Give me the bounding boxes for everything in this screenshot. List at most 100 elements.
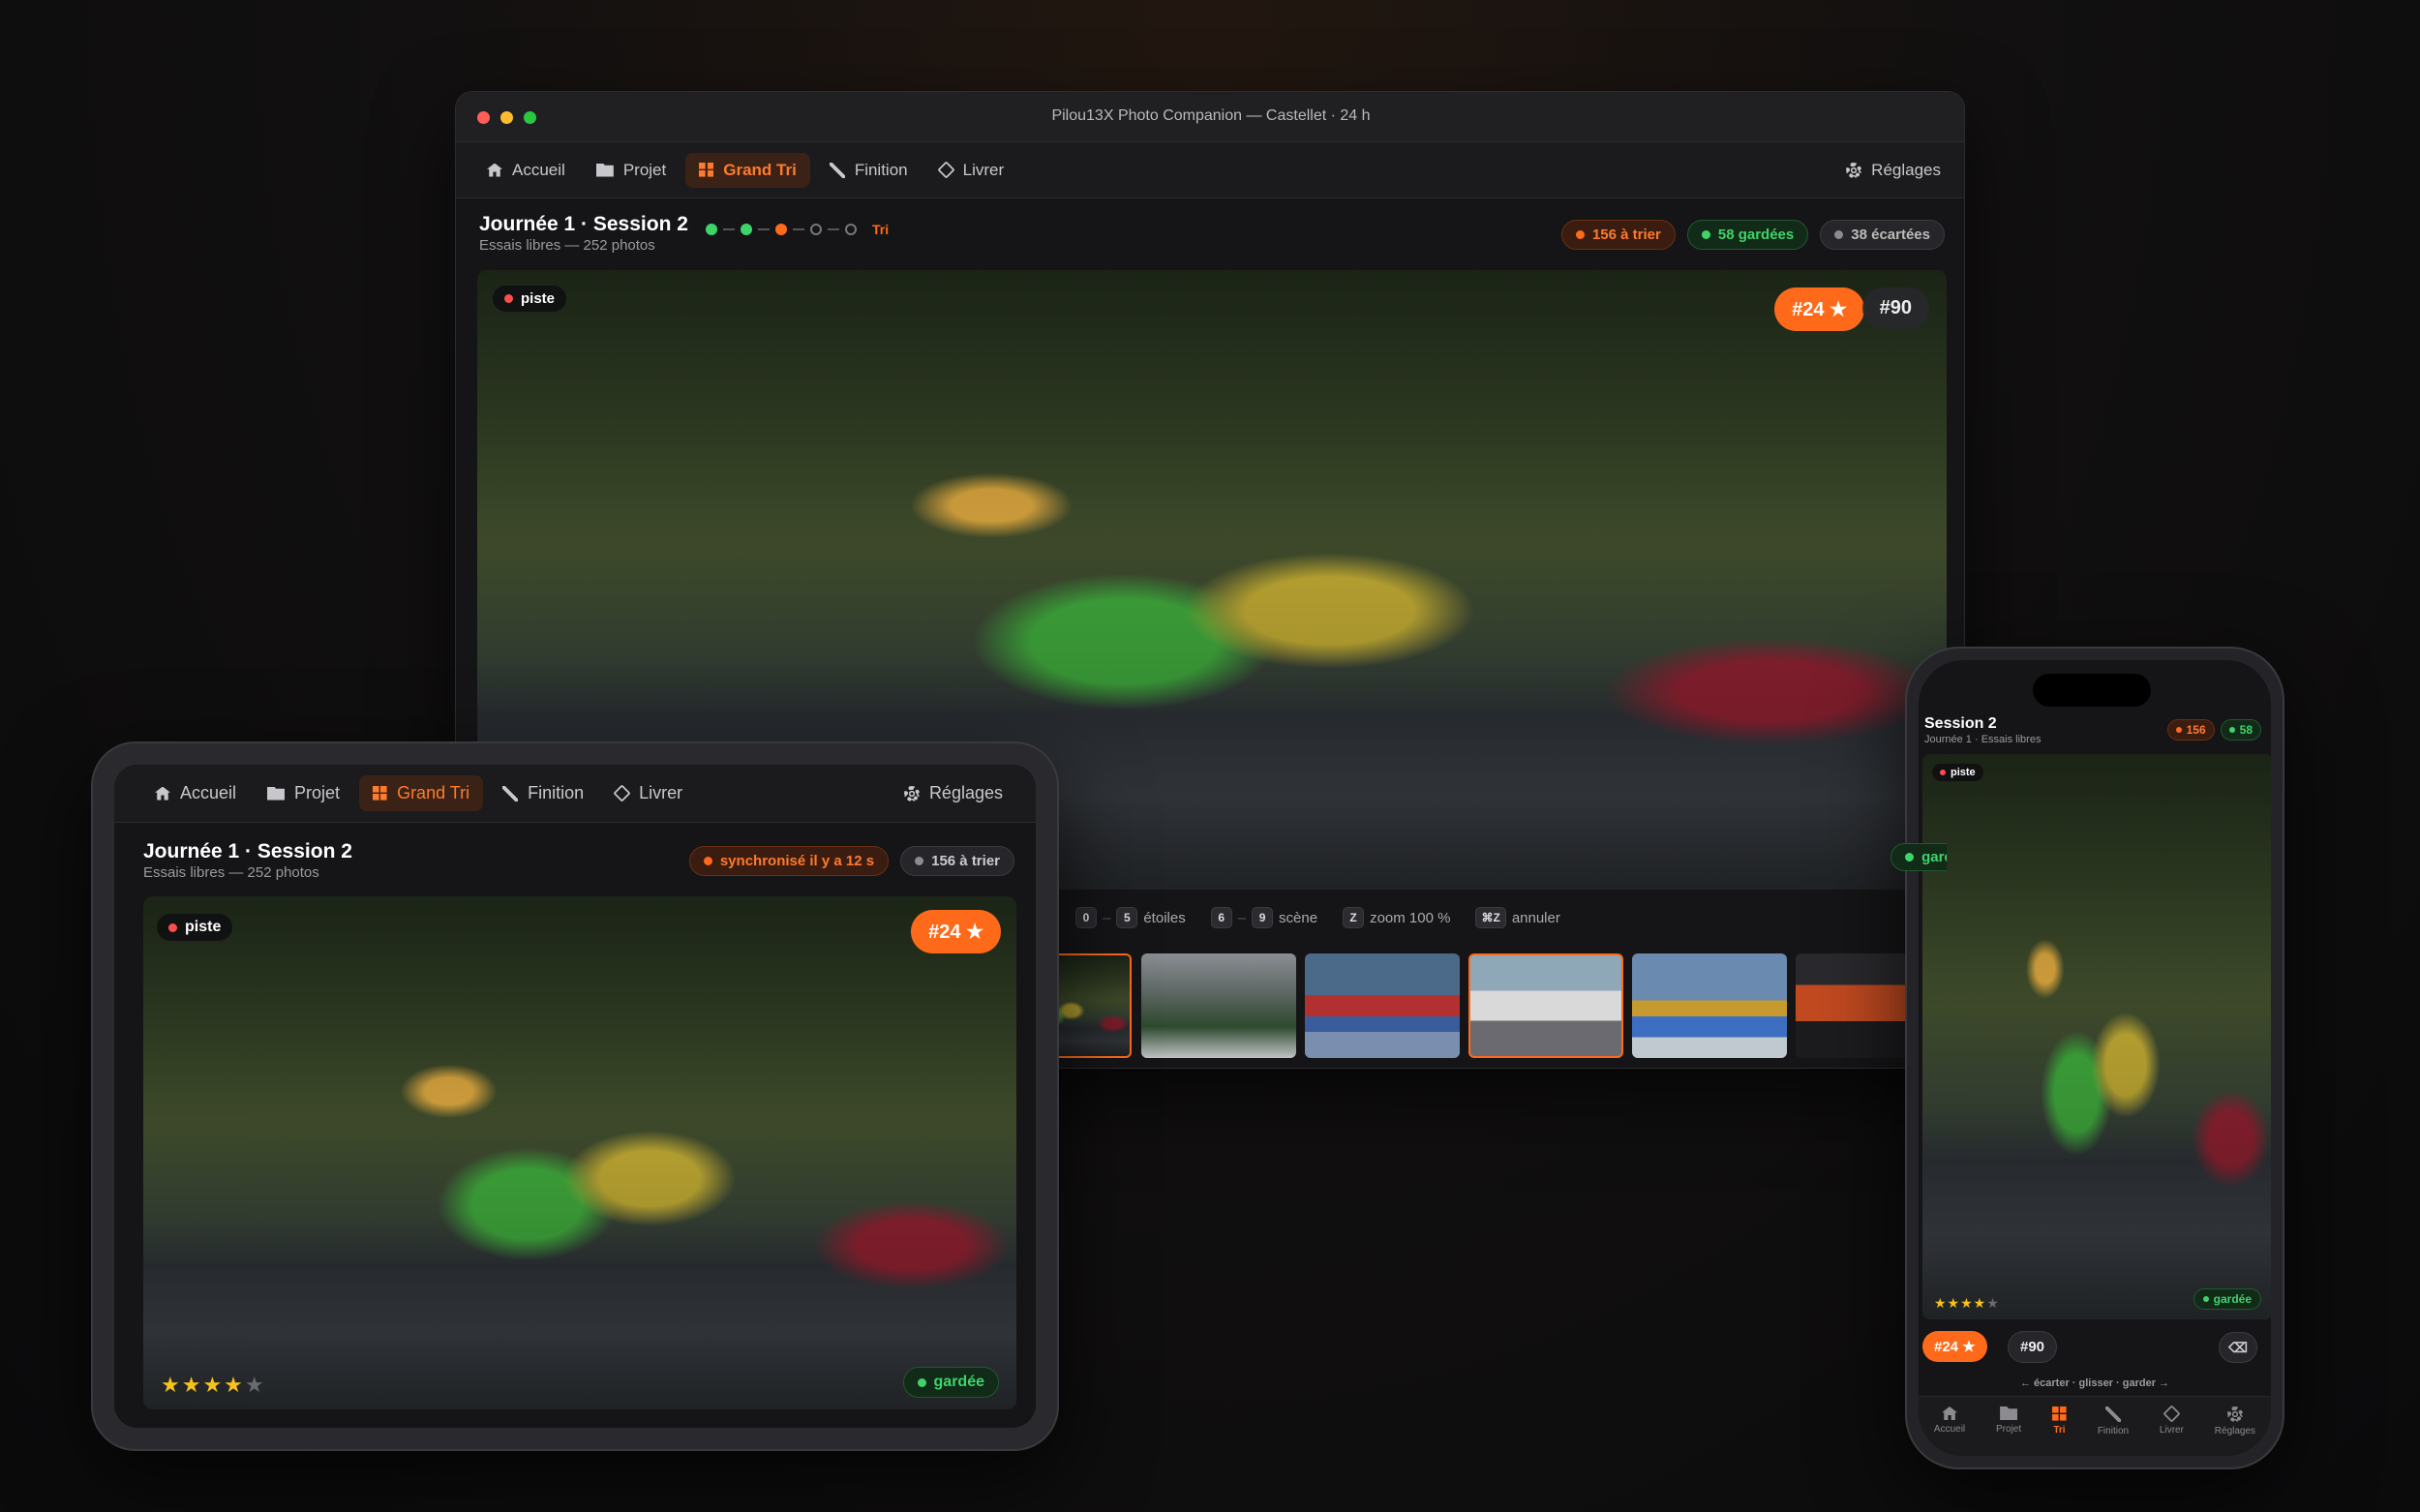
green-dot-icon [2202, 1296, 2209, 1302]
gray-dot-icon [1834, 230, 1844, 239]
tablet-nav-grand-tri-label: Grand Tri [397, 783, 470, 802]
shortcut-zoom: zoom 100 % [1370, 909, 1451, 926]
nav-finition[interactable]: Finition [818, 153, 920, 188]
home-icon [1942, 1406, 1958, 1420]
home-icon [155, 786, 170, 801]
number-tag-90[interactable]: #90 [2008, 1331, 2058, 1363]
red-dot-icon [168, 922, 177, 932]
green-dot-icon [1701, 230, 1710, 239]
filmstrip-thumb[interactable] [1468, 953, 1623, 1058]
photo-tag-label: piste [1951, 767, 1976, 778]
key-0: 0 [1075, 907, 1097, 928]
box-icon [937, 161, 955, 179]
nav-reglages[interactable]: Réglages [1834, 153, 1952, 188]
tab-projet-label: Projet [1996, 1424, 2022, 1435]
tab-tri[interactable]: Tri [2051, 1406, 2067, 1456]
tab-livrer[interactable]: Livrer [2160, 1405, 2184, 1456]
tablet-nav-grand-tri[interactable]: Grand Tri [359, 775, 484, 811]
tab-finition[interactable]: Finition [2098, 1406, 2129, 1456]
folder-icon [2000, 1406, 2018, 1420]
phone-device: Session 2 Journée 1 · Essais libres 156 … [1905, 647, 2284, 1469]
tablet-device: Accueil Projet Grand Tri Finition Livrer… [91, 741, 1059, 1451]
backspace-icon: ⌫ [2228, 1339, 2248, 1355]
tab-projet[interactable]: Projet [1996, 1406, 2021, 1456]
tablet-nav-reglages[interactable]: Réglages [892, 775, 1014, 811]
number-tag-24[interactable]: #24 ★ [1922, 1331, 1987, 1362]
photo-tag-label: piste [521, 290, 556, 307]
photo-tag: piste [1932, 764, 1983, 781]
dynamic-island [2033, 674, 2151, 707]
tablet-nav-reglages-label: Réglages [928, 783, 1003, 802]
badge-to-sort-label: 156 à trier [1591, 227, 1661, 243]
filmstrip-thumb[interactable] [1141, 953, 1296, 1058]
grid-icon [2051, 1406, 2067, 1421]
tablet-nav-livrer[interactable]: Livrer [603, 775, 694, 811]
tab-reglages-label: Réglages [2214, 1426, 2256, 1436]
tab-reglages[interactable]: Réglages [2215, 1406, 2255, 1456]
tab-finition-label: Finition [2097, 1426, 2130, 1436]
gear-icon [2226, 1406, 2243, 1422]
photo-tag: piste [157, 914, 233, 941]
folder-icon [267, 786, 286, 801]
phone-tab-bar: Accueil Projet Tri Finition Livrer Régla… [1919, 1396, 2271, 1456]
key-6: 6 [1210, 907, 1232, 928]
progress-steps: Tri [706, 222, 889, 237]
key-5: 5 [1116, 907, 1138, 928]
photo-tag-label: piste [185, 919, 222, 935]
badge-to-sort: 156 à trier [1560, 220, 1676, 250]
star-rating[interactable]: ★★★★★ [161, 1373, 266, 1398]
wand-icon [2104, 1406, 2121, 1422]
stars-filled: ★★★★ [1934, 1295, 1987, 1311]
nav-livrer-label: Livrer [962, 160, 1005, 179]
number-tag-90[interactable]: #90 [1861, 287, 1929, 329]
stars-filled: ★★★★ [161, 1373, 245, 1397]
tablet-session-title: Journée 1 · Session 2 [143, 840, 352, 862]
shortcut-stars: étoiles [1143, 909, 1186, 926]
number-tag-24[interactable]: #24 ★ [911, 910, 1001, 953]
tablet-screen: Accueil Projet Grand Tri Finition Livrer… [114, 765, 1036, 1428]
nav-accueil[interactable]: Accueil [475, 153, 577, 188]
filmstrip-thumb[interactable] [1632, 953, 1787, 1058]
kept-badge: gardée [902, 1367, 999, 1398]
nav-grand-tri[interactable]: Grand Tri [685, 152, 810, 188]
star-rating[interactable]: ★★★★★ [1934, 1295, 2000, 1312]
key-9: 9 [1252, 907, 1274, 928]
filmstrip [988, 953, 1964, 1060]
phone-photo[interactable]: piste ★★★★★ gardée [1922, 754, 2271, 1319]
session-title: Journée 1 · Session 2 [479, 213, 688, 235]
nav-projet[interactable]: Projet [585, 153, 678, 188]
green-dot-icon [917, 1377, 926, 1387]
title-bar: Pilou13X Photo Companion — Castellet · 2… [456, 92, 1964, 142]
tablet-nav-projet[interactable]: Projet [256, 775, 351, 811]
phone-session-subtitle: Journée 1 · Essais libres [1924, 734, 2042, 745]
key-cmd-z: ⌘Z [1475, 907, 1506, 928]
session-subtitle: Essais libres — 252 photos [479, 237, 655, 254]
orange-dot-icon [703, 857, 712, 865]
badge-kept: 58 gardées [1686, 220, 1809, 250]
status-badges: 156 à trier 58 gardées 38 écartées [1560, 220, 1945, 250]
desktop-nav-bar: Accueil Projet Grand Tri Finition Livrer… [456, 142, 1964, 198]
badge-kept-label: 58 gardées [1717, 227, 1795, 243]
tablet-photo[interactable]: piste #24 ★ ★★★★★ gardée [143, 896, 1016, 1409]
orange-dot-icon [1575, 230, 1585, 239]
nav-accueil-label: Accueil [512, 160, 565, 179]
box-icon [613, 784, 631, 802]
red-dot-icon [1940, 770, 1946, 775]
tablet-nav-finition[interactable]: Finition [491, 775, 595, 811]
kept-label: gardée [2213, 1292, 2252, 1306]
filmstrip-thumb[interactable] [1305, 953, 1460, 1058]
step-dot-4 [810, 224, 822, 235]
green-dot-icon [2228, 727, 2235, 733]
tablet-nav-accueil[interactable]: Accueil [143, 775, 248, 811]
shortcut-undo: annuler [1511, 909, 1560, 926]
tab-accueil[interactable]: Accueil [1934, 1406, 1965, 1456]
number-tag-24[interactable]: #24 ★ [1774, 287, 1864, 331]
orange-dot-icon [2175, 727, 2182, 733]
delete-key-button[interactable]: ⌫ [2219, 1332, 2257, 1363]
shortcut-scene: scène [1279, 909, 1318, 926]
tab-tri-label: Tri [2053, 1425, 2066, 1436]
badge-kept: 58 [2220, 719, 2261, 741]
sync-label: synchronisé il y a 12 s [719, 853, 875, 869]
nav-livrer[interactable]: Livrer [927, 153, 1016, 188]
phone-session-title: Session 2 [1924, 715, 1997, 732]
